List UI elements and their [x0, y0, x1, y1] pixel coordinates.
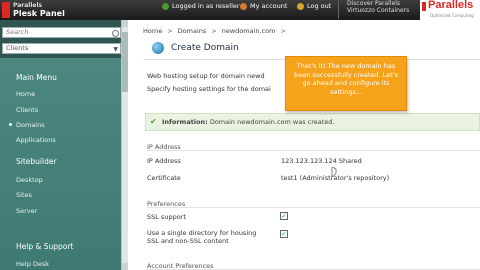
parallels-bars-icon [422, 2, 426, 11]
info-text: Domain newdomain.com was created. [209, 118, 335, 126]
search-input[interactable]: Search [2, 27, 121, 38]
checkmark-icon: ✔ [150, 117, 157, 126]
sidebar-item-sites[interactable]: Sites [16, 191, 32, 199]
clients-select-value[interactable]: Clients [6, 44, 28, 52]
page-title: Create Domain [171, 43, 239, 53]
ssl-support-label: SSL support [147, 213, 186, 221]
discover-promo[interactable]: Discover Parallels Virtuozzo Containers [347, 0, 409, 14]
logged-in-label: Logged in as reseller [162, 2, 240, 10]
ip-address-label: IP Address [147, 157, 181, 165]
breadcrumb-home[interactable]: Home [143, 27, 162, 35]
scrollbar-thumb[interactable] [122, 32, 128, 92]
top-divider [338, 1, 339, 19]
account-icon [240, 2, 247, 10]
preferences-divider [147, 207, 480, 208]
logged-in-text: Logged in as reseller [172, 2, 240, 10]
scroll-up-arrow-icon[interactable] [122, 20, 128, 27]
single-directory-line2: SSL and non-SSL content [147, 237, 229, 245]
scroll-down-arrow-icon[interactable] [122, 263, 128, 270]
cursor-icon [331, 167, 337, 177]
brand-tagline: Optimized Computing [430, 13, 474, 18]
log-out-icon [297, 2, 304, 10]
sidebar-item-home[interactable]: Home [16, 90, 35, 98]
breadcrumb-domains[interactable]: Domains [178, 27, 207, 35]
certificate-label: Certificate [147, 174, 181, 182]
top-bar: Parallels Plesk Panel Logged in as resel… [0, 0, 480, 20]
log-out-text[interactable]: Log out [307, 2, 331, 10]
breadcrumb-separator-icon: > [211, 27, 217, 35]
sidebar-item-clients[interactable]: Clients [16, 106, 38, 114]
breadcrumb: Home > Domains > newdomain.com > [143, 27, 286, 35]
sidebar: Search Clients ▼ Main Menu Home Clients … [0, 20, 128, 270]
sidebar-item-domains[interactable]: Domains [9, 121, 45, 129]
ssl-support-checkbox[interactable]: ✓ [280, 212, 288, 220]
info-label: Information: [162, 118, 208, 126]
description-line1: Web hosting setup for domain newd [147, 72, 265, 80]
sitebuilder-heading: Sitebuilder [16, 157, 57, 166]
breadcrumb-separator-icon: > [280, 27, 286, 35]
sidebar-item-desktop[interactable]: Desktop [16, 176, 43, 184]
chevron-down-icon[interactable]: ▼ [113, 45, 118, 54]
discover-line2[interactable]: Virtuozzo Containers [347, 7, 409, 14]
logo-product: Plesk Panel [13, 9, 65, 18]
breadcrumb-separator-icon: > [167, 27, 173, 35]
discover-line1[interactable]: Discover Parallels [347, 0, 409, 7]
sidebar-item-applications[interactable]: Applications [16, 136, 56, 144]
ip-section-divider [147, 150, 480, 151]
my-account-text[interactable]: My account [250, 2, 287, 10]
tutorial-tooltip: That's it! The new domain has been succe… [285, 56, 407, 111]
single-directory-line1: Use a single directory for housing [147, 229, 257, 237]
parallels-brand-logo: Parallels Optimized Computing [420, 0, 480, 20]
single-directory-checkbox[interactable]: ✓ [280, 230, 288, 238]
breadcrumb-newdomain[interactable]: newdomain.com [222, 27, 276, 35]
tooltip-text: That's it! The new domain has been succe… [294, 62, 398, 96]
user-icon [162, 2, 169, 10]
globe-icon [152, 42, 164, 54]
help-support-heading: Help & Support [16, 242, 74, 251]
my-account-link[interactable]: My account [240, 2, 287, 10]
plesk-logo[interactable]: Parallels Plesk Panel [2, 0, 65, 20]
info-message: ✔ Information: Domain newdomain.com was … [145, 113, 480, 131]
ip-address-value: 123.123.123.124 Shared [281, 157, 362, 165]
sidebar-item-server[interactable]: Server [16, 207, 37, 215]
clients-select[interactable]: Clients ▼ [2, 43, 121, 54]
description-line2: Specify hosting settings for the domai [147, 85, 271, 93]
brand-name: Parallels [428, 0, 474, 11]
log-out-link[interactable]: Log out [297, 2, 331, 10]
single-directory-label: Use a single directory for housing SSL a… [147, 229, 256, 245]
sidebar-scrollbar[interactable] [121, 20, 128, 270]
sidebar-item-help-desk[interactable]: Help Desk [16, 260, 49, 268]
search-icon[interactable] [112, 30, 119, 37]
parallels-logo-mark [2, 2, 10, 18]
main-menu-heading: Main Menu [16, 73, 57, 82]
